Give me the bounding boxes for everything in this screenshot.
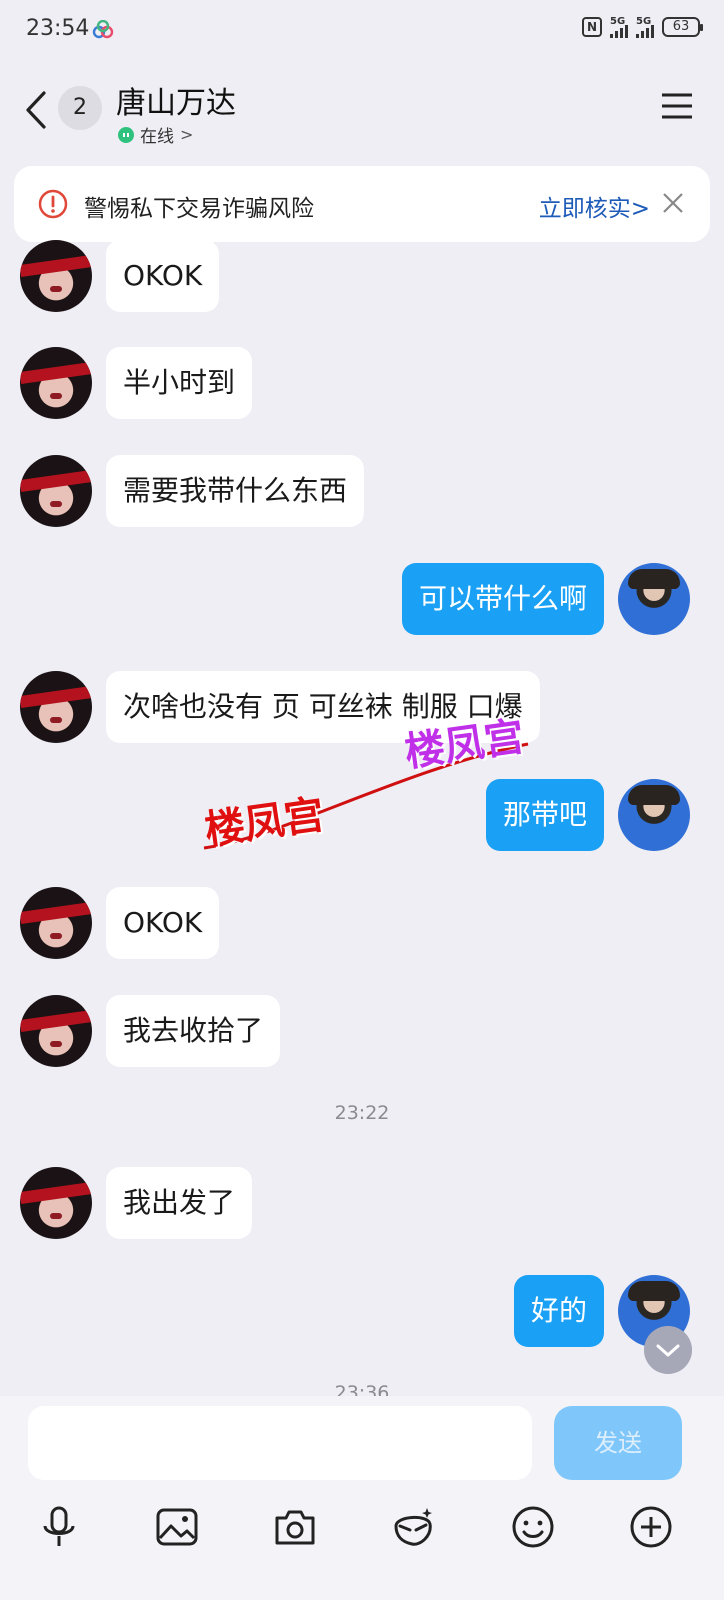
online-status-label: 在线 xyxy=(140,127,174,147)
sticker-icon[interactable] xyxy=(390,1504,436,1550)
message-incoming: 我出发了 xyxy=(20,1167,253,1239)
image-icon[interactable] xyxy=(154,1504,200,1550)
signal-icon: 5G xyxy=(636,16,654,38)
contact-avatar[interactable] xyxy=(20,671,92,743)
message-bubble[interactable]: 我出发了 xyxy=(106,1167,253,1239)
composer-toolbar xyxy=(0,1496,724,1556)
plus-icon[interactable] xyxy=(628,1504,674,1550)
message-bubble[interactable]: 我去收拾了 xyxy=(106,995,281,1067)
contact-avatar[interactable] xyxy=(20,887,92,959)
message-incoming: OKOK xyxy=(20,240,220,312)
status-bar: 23:54 N 5G 5G 63 xyxy=(0,0,724,58)
message-bubble[interactable]: 半小时到 xyxy=(106,347,253,419)
online-status[interactable]: 在线 > xyxy=(118,122,193,147)
fraud-warning-banner: 警惕私下交易诈骗风险 立即核实> xyxy=(14,166,710,242)
microphone-icon[interactable] xyxy=(36,1504,82,1550)
contact-avatar[interactable] xyxy=(20,1167,92,1239)
online-status-icon xyxy=(118,126,134,143)
send-button[interactable]: 发送 xyxy=(554,1406,682,1480)
warning-icon xyxy=(38,189,68,219)
status-indicators: N 5G 5G 63 xyxy=(582,16,703,38)
message-incoming: 半小时到 xyxy=(20,347,253,419)
user-avatar[interactable] xyxy=(618,563,690,635)
chevron-right-icon: > xyxy=(180,125,194,144)
message-input[interactable] xyxy=(28,1406,532,1480)
message-bubble[interactable]: 需要我带什么东西 xyxy=(106,455,365,527)
warning-text: 警惕私下交易诈骗风险 xyxy=(84,196,314,222)
message-incoming: 我去收拾了 xyxy=(20,995,281,1067)
message-bubble[interactable]: OKOK xyxy=(106,240,220,312)
message-bubble[interactable]: 好的 xyxy=(513,1275,604,1347)
scroll-to-bottom-button[interactable] xyxy=(644,1326,692,1374)
app-notification-icon xyxy=(92,20,114,39)
verify-now-link[interactable]: 立即核实> xyxy=(539,189,650,223)
unread-count-badge[interactable]: 2 xyxy=(58,86,102,130)
battery-icon: 63 xyxy=(662,17,703,37)
emoji-icon[interactable] xyxy=(510,1504,556,1550)
close-icon[interactable] xyxy=(662,192,684,214)
message-timestamp: 23:22 xyxy=(334,1102,390,1124)
chat-title: 唐山万达 xyxy=(116,86,236,121)
nfc-icon: N xyxy=(582,17,602,37)
contact-avatar[interactable] xyxy=(20,455,92,527)
signal-icon: 5G xyxy=(610,16,628,38)
contact-avatar[interactable] xyxy=(20,240,92,312)
message-bubble[interactable]: 可以带什么啊 xyxy=(401,563,604,635)
back-icon[interactable] xyxy=(24,90,48,130)
status-time: 23:54 xyxy=(26,16,90,41)
camera-icon[interactable] xyxy=(272,1504,318,1550)
message-outgoing: 可以带什么啊 xyxy=(401,563,690,635)
menu-icon[interactable] xyxy=(660,92,694,120)
message-incoming: 需要我带什么东西 xyxy=(20,455,365,527)
message-bubble[interactable]: OKOK xyxy=(106,887,220,959)
composer: 发送 xyxy=(0,1396,724,1600)
chat-header: 2 唐山万达 在线 > xyxy=(0,58,724,158)
message-incoming: OKOK xyxy=(20,887,220,959)
user-avatar[interactable] xyxy=(618,779,690,851)
contact-avatar[interactable] xyxy=(20,995,92,1067)
contact-avatar[interactable] xyxy=(20,347,92,419)
